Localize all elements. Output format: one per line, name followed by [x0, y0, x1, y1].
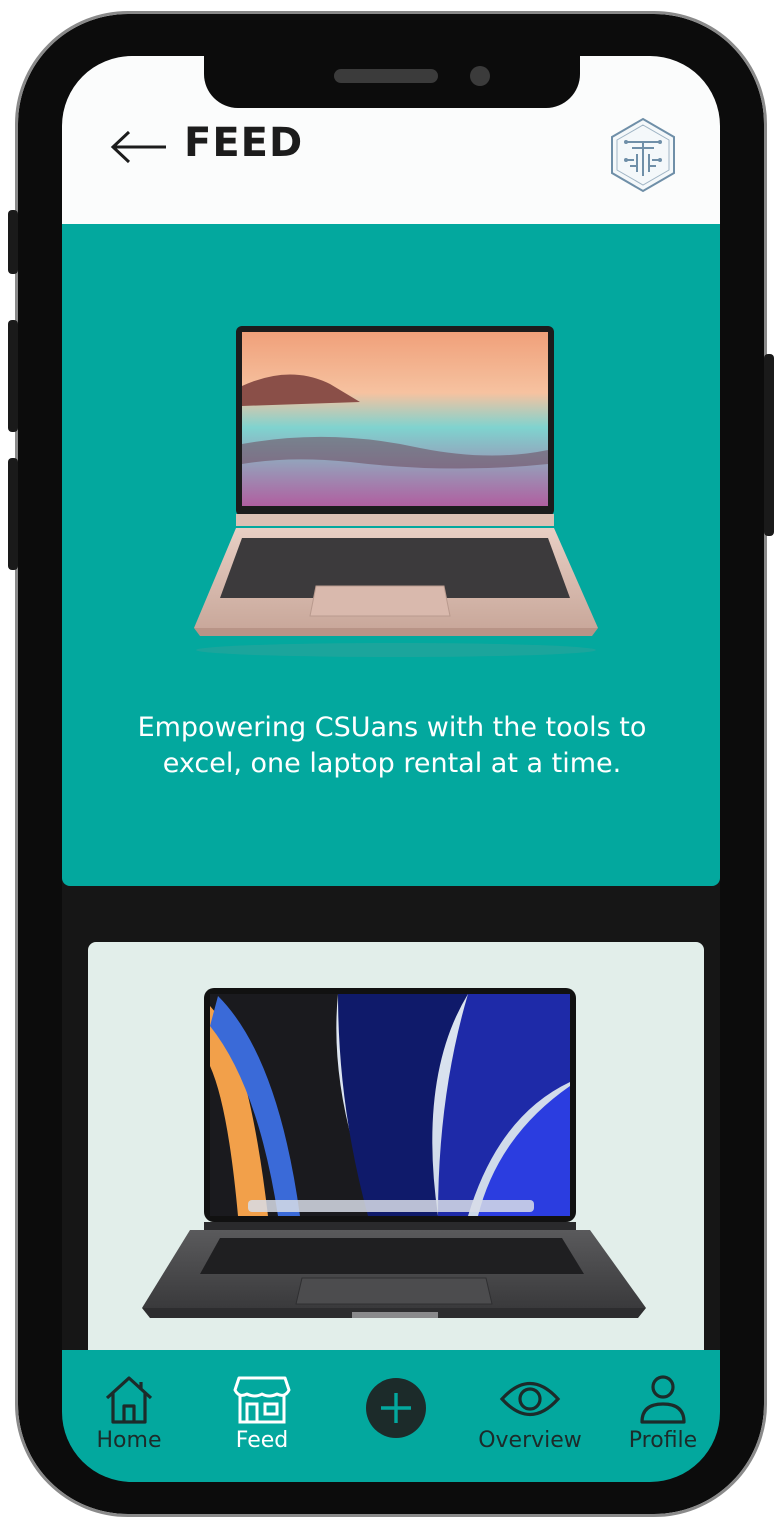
- volume-down-button: [8, 458, 18, 570]
- laptop-card[interactable]: [88, 942, 704, 1362]
- back-arrow-icon[interactable]: [110, 130, 168, 164]
- user-icon: [640, 1375, 686, 1424]
- add-icon: [366, 1378, 426, 1438]
- eye-icon: [499, 1382, 561, 1416]
- tab-overview[interactable]: Overview: [470, 1372, 590, 1453]
- front-camera: [470, 66, 490, 86]
- laptop-image: [194, 326, 598, 657]
- tab-home[interactable]: Home: [94, 1372, 164, 1453]
- mute-switch: [8, 210, 18, 274]
- home-icon: [105, 1376, 153, 1424]
- store-icon: [233, 1376, 291, 1424]
- power-button: [764, 354, 774, 536]
- tab-feed-label: Feed: [235, 1428, 289, 1453]
- notch: [204, 56, 580, 108]
- volume-up-button: [8, 320, 18, 432]
- tab-profile[interactable]: Profile: [618, 1372, 708, 1453]
- page-title: FEED: [184, 120, 304, 166]
- bottom-tab-bar: Home Feed Overview Profile: [62, 1350, 720, 1482]
- app-logo-icon: [611, 117, 675, 193]
- hero-tagline: Empowering CSUans with the tools to exce…: [137, 712, 647, 779]
- tab-overview-label: Overview: [478, 1428, 582, 1453]
- macbook-image: [142, 988, 646, 1318]
- tab-feed[interactable]: Feed: [226, 1372, 298, 1453]
- speaker: [334, 69, 438, 83]
- tab-profile-label: Profile: [628, 1428, 698, 1453]
- tab-home-label: Home: [96, 1428, 162, 1453]
- hero-card[interactable]: Empowering CSUans with the tools to exce…: [62, 224, 720, 886]
- tab-add[interactable]: [363, 1376, 429, 1440]
- app-screen: FEED Empowering CSUans with the tools to…: [62, 56, 720, 1482]
